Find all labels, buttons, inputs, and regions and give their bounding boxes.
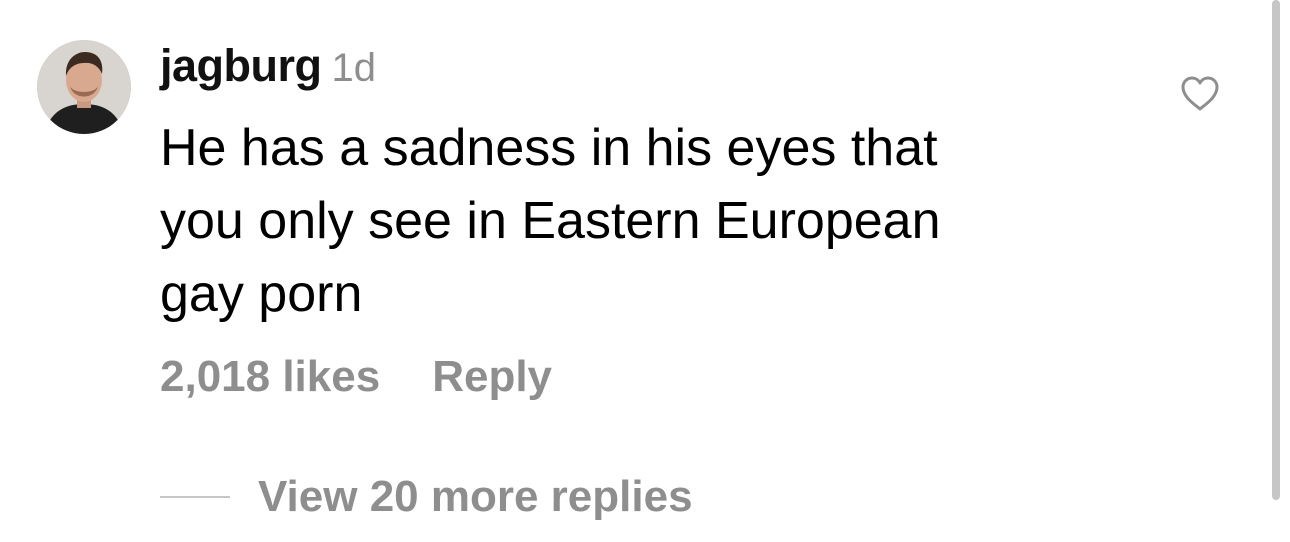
timestamp: 1d [331,46,377,90]
view-more-replies-label[interactable]: View 20 more replies [258,472,693,522]
comment-text: He has a sadness in his eyes that you on… [160,112,1060,331]
comment-text-line: He has a sadness in his eyes that [160,119,938,177]
scrollbar[interactable] [1272,0,1280,500]
comment-text-line: gay porn [160,265,363,323]
replies-divider-line [160,496,230,498]
view-more-replies[interactable]: View 20 more replies [160,472,693,522]
avatar[interactable] [37,40,131,134]
heart-outline-icon[interactable] [1180,76,1220,112]
comment-header: jagburg 1d [160,40,376,100]
username[interactable]: jagburg [160,40,322,92]
comment-actions: 2,018 likes Reply [160,352,552,402]
likes-count[interactable]: 2,018 likes [160,352,380,402]
reply-button[interactable]: Reply [432,352,552,402]
profile-photo [37,40,131,134]
comment-text-line: you only see in Eastern European [160,192,941,250]
